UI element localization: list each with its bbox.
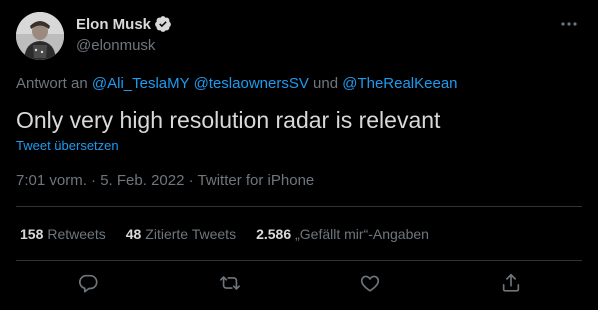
tweet-text: Only very high resolution radar is relev… xyxy=(16,107,441,133)
translate-tweet-link[interactable]: Tweet übersetzen xyxy=(16,138,119,153)
display-name[interactable]: Elon Musk xyxy=(76,16,151,33)
reply-context: Antwort an @Ali_TeslaMY @teslaownersSV u… xyxy=(16,75,458,92)
quotes-count: 48 xyxy=(125,226,142,242)
share-icon[interactable] xyxy=(500,272,524,296)
avatar[interactable] xyxy=(16,12,64,60)
tweet-stats: 158 Retweets 48 Zitierte Tweets 2.586 „Gefä… xyxy=(20,226,449,242)
author-handle[interactable]: @elonmusk xyxy=(76,37,172,54)
display-name-row: Elon Musk xyxy=(76,14,172,34)
verified-badge-icon xyxy=(154,15,172,33)
retweets-label: Retweets xyxy=(47,226,106,242)
more-icon[interactable] xyxy=(556,14,582,34)
meta-separator: · xyxy=(91,172,97,189)
tweet-time[interactable]: 7:01 vorm. xyxy=(16,172,87,189)
mention-link[interactable]: @Ali_TeslaMY xyxy=(92,75,190,92)
heart-icon[interactable] xyxy=(359,272,383,296)
reply-icon[interactable] xyxy=(77,272,101,296)
avatar-image xyxy=(16,12,64,60)
tweet-date[interactable]: 5. Feb. 2022 xyxy=(100,172,184,189)
divider xyxy=(16,206,582,207)
tweet-source[interactable]: Twitter for iPhone xyxy=(198,172,315,189)
mention-link[interactable]: @TheRealKeean xyxy=(342,75,457,92)
divider xyxy=(16,260,582,261)
tweet-header: Elon Musk @elonmusk xyxy=(16,12,582,60)
quotes-label: Zitierte Tweets xyxy=(145,226,237,242)
tweet-detail: Elon Musk @elonmusk Antwort an @Ali_Tesl… xyxy=(0,0,598,310)
likes-stat[interactable]: 2.586 „Gefällt mir“-Angaben xyxy=(256,226,429,242)
tweet-metadata: 7:01 vorm. · 5. Feb. 2022 · Twitter for … xyxy=(16,172,314,189)
quotes-stat[interactable]: 48 Zitierte Tweets xyxy=(126,226,236,242)
author-names: Elon Musk @elonmusk xyxy=(76,14,172,54)
meta-separator: · xyxy=(188,172,194,189)
likes-label: „Gefällt mir“-Angaben xyxy=(295,226,429,242)
mention-link[interactable]: @teslaownersSV xyxy=(194,75,309,92)
retweet-icon[interactable] xyxy=(219,272,243,296)
reply-prefix: Antwort an xyxy=(16,75,88,92)
reply-conjunction: und xyxy=(313,75,339,92)
likes-count: 2.586 xyxy=(256,226,292,242)
retweets-count: 158 xyxy=(20,226,44,242)
retweets-stat[interactable]: 158 Retweets xyxy=(20,226,106,242)
tweet-actions xyxy=(0,264,598,304)
